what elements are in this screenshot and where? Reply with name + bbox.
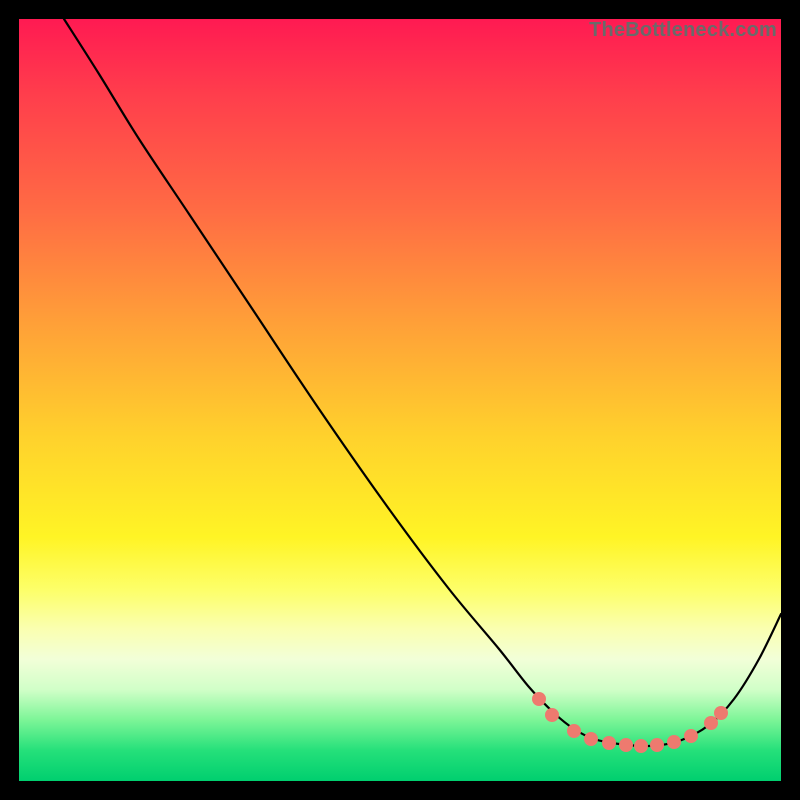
marker-dots xyxy=(532,692,728,753)
marker-dot xyxy=(667,735,681,749)
marker-dot xyxy=(634,739,648,753)
marker-dot xyxy=(704,716,718,730)
marker-dot xyxy=(684,729,698,743)
marker-dot xyxy=(584,732,598,746)
marker-dot xyxy=(650,738,664,752)
marker-dot xyxy=(602,736,616,750)
marker-dot xyxy=(532,692,546,706)
chart-svg xyxy=(19,19,781,781)
bottleneck-curve xyxy=(64,19,781,746)
marker-dot xyxy=(567,724,581,738)
marker-dot xyxy=(619,738,633,752)
marker-dot xyxy=(714,706,728,720)
watermark-text: TheBottleneck.com xyxy=(589,19,777,42)
marker-dot xyxy=(545,708,559,722)
chart-frame: TheBottleneck.com xyxy=(19,19,781,781)
